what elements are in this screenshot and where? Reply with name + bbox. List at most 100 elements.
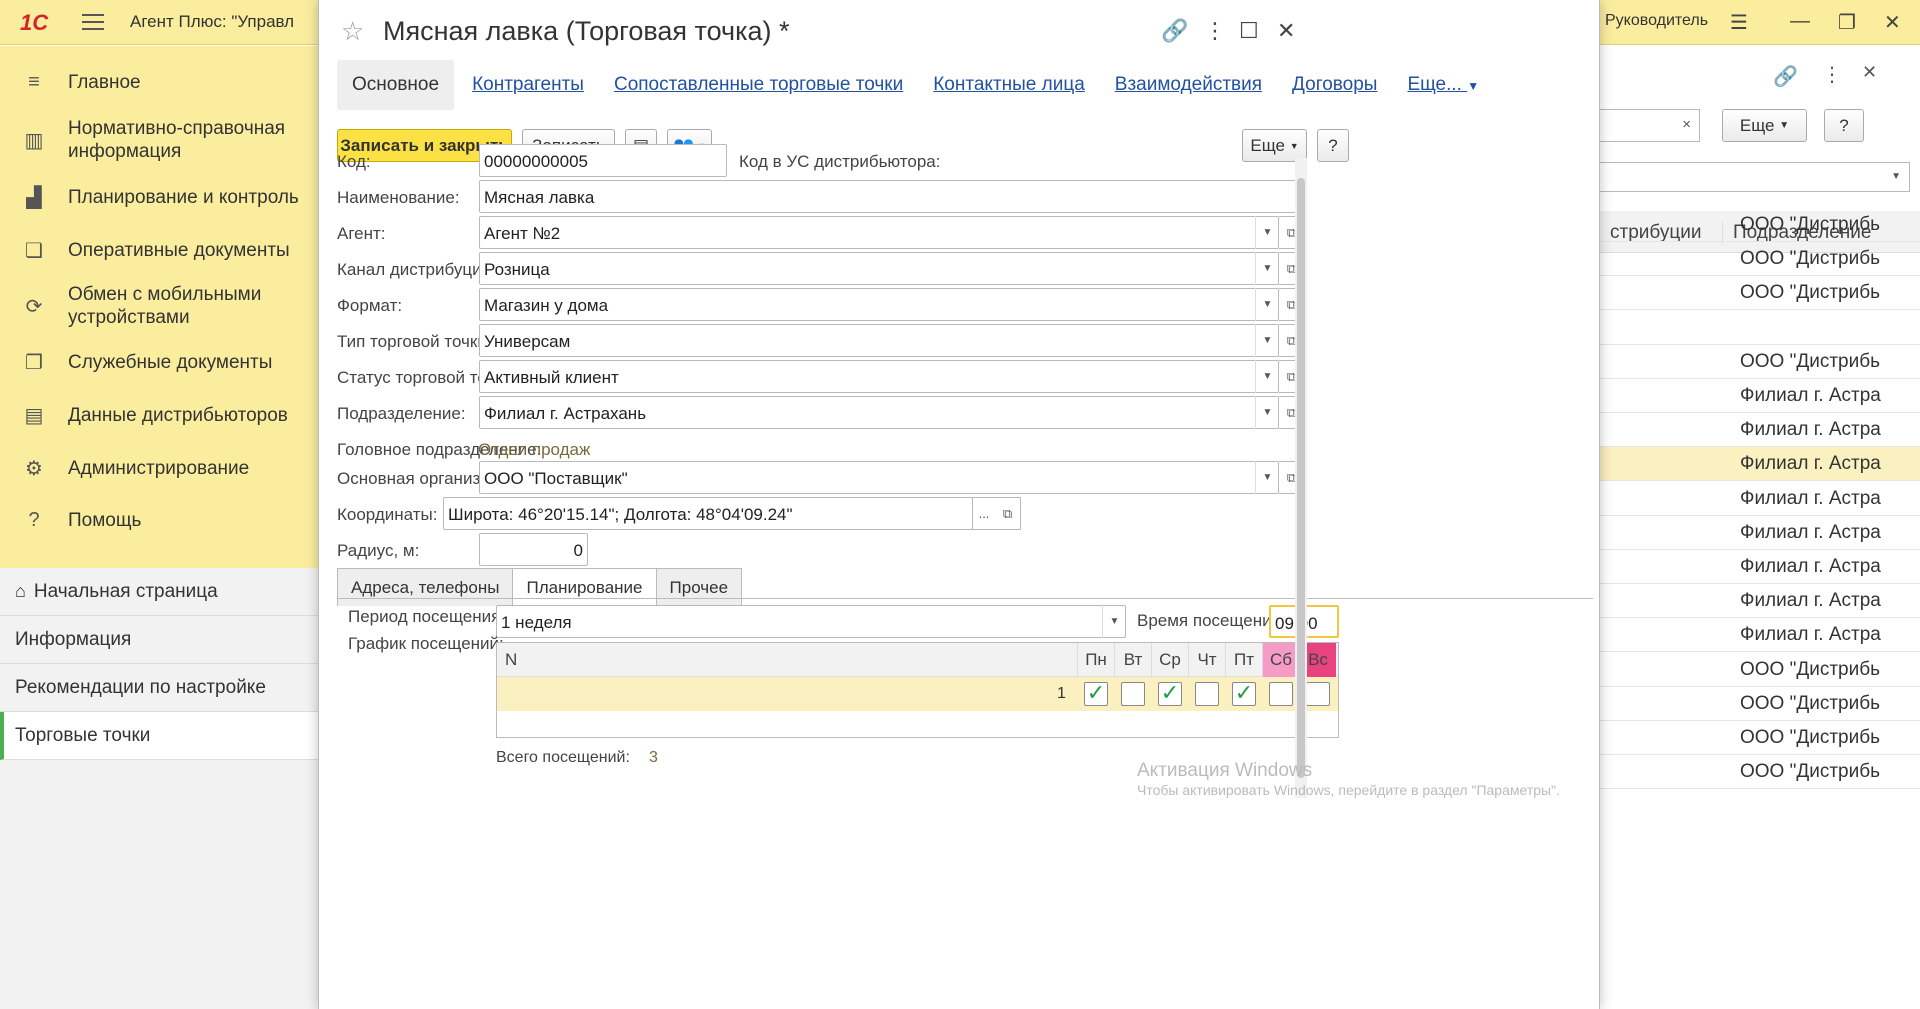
sidebar-item-distributor-data[interactable]: ▤ Данные дистрибьюторов — [0, 394, 318, 436]
chevron-down-icon[interactable]: ▼ — [1255, 461, 1279, 494]
list-row[interactable]: Филиал г. Астра — [1600, 550, 1920, 584]
minimize-icon[interactable]: — — [1790, 10, 1810, 33]
list-row[interactable]: ООО "Дистрибь — [1600, 721, 1920, 755]
more-dots-icon[interactable]: ⋮ — [1822, 62, 1842, 87]
list-row[interactable]: ООО "Дистрибь — [1600, 345, 1920, 379]
coordinates-field[interactable]: Широта: 46°20'15.14"; Долгота: 48°04'09.… — [443, 497, 973, 530]
current-user[interactable]: Руководитель — [1605, 12, 1708, 30]
list-more-button[interactable]: Еще ▼ — [1722, 109, 1807, 142]
maximize-icon[interactable]: ☐ — [1239, 18, 1259, 44]
favorite-star-icon[interactable]: ☆ — [341, 16, 364, 47]
channel-field[interactable]: Розница — [479, 252, 1279, 285]
list-row[interactable]: ООО "Дистрибь — [1600, 653, 1920, 687]
sidebar-item-label: Нормативно-справочная информация — [68, 118, 286, 162]
tab-main[interactable]: Основное — [337, 60, 455, 110]
chevron-down-icon[interactable]: ▼ — [1255, 324, 1279, 357]
form-title: Мясная лавка (Торговая точка) * — [383, 16, 790, 46]
list-filter-select[interactable]: ▼ — [1600, 162, 1910, 192]
list-row[interactable] — [1600, 311, 1920, 345]
sidebar-item-administration[interactable]: ⚙ Администрирование — [0, 447, 318, 489]
chevron-down-icon[interactable]: ▼ — [1255, 396, 1279, 429]
settings-lines-icon[interactable]: ☰ — [1730, 10, 1748, 35]
open-window-home[interactable]: ⌂ Начальная страница — [0, 568, 318, 616]
chevron-down-icon[interactable]: ▼ — [1255, 252, 1279, 285]
day-checkbox[interactable]: ✓ — [1084, 682, 1108, 706]
day-checkbox[interactable] — [1195, 682, 1219, 706]
list-row[interactable]: Филиал г. Астра — [1600, 482, 1920, 516]
main-menu-icon[interactable] — [82, 14, 104, 30]
tab-contacts[interactable]: Контактные лица — [933, 74, 1085, 96]
close-app-icon[interactable]: ✕ — [1884, 10, 1901, 35]
sidebar-item-operational-docs[interactable]: ❏ Оперативные документы — [0, 229, 318, 271]
list-row[interactable]: ООО "Дистрибь — [1600, 276, 1920, 311]
list-row[interactable]: Филиал г. Астра — [1600, 413, 1920, 448]
code-field[interactable]: 00000000005 — [479, 144, 727, 177]
division-field[interactable]: Филиал г. Астрахань — [479, 396, 1279, 429]
list-search-input[interactable]: × — [1600, 109, 1700, 142]
chevron-down-icon[interactable]: ▼ — [1255, 360, 1279, 393]
day-checkbox[interactable]: ✓ — [1158, 682, 1182, 706]
more-dots-icon[interactable]: ⋮ — [1204, 18, 1226, 44]
list-row[interactable]: Филиал г. Астра — [1600, 516, 1920, 550]
list-row[interactable]: ООО "Дистрибь — [1600, 687, 1920, 721]
chevron-down-icon[interactable]: ▼ — [1255, 288, 1279, 321]
day-checkbox[interactable] — [1269, 682, 1293, 706]
chevron-down-icon[interactable]: ▼ — [1102, 605, 1126, 638]
list-row[interactable]: Филиал г. Астра — [1600, 584, 1920, 619]
list-row[interactable]: ООО "Дистрибь — [1600, 242, 1920, 277]
agent-row: Агент: Агент №2 ▼ ⧉ — [337, 216, 1593, 250]
clear-search-icon[interactable]: × — [1682, 116, 1691, 133]
sidebar-item-help[interactable]: ? Помощь — [0, 499, 318, 541]
form-scrollbar[interactable] — [1295, 158, 1307, 798]
tab-counterparties[interactable]: Контрагенты — [472, 74, 584, 96]
tab-more[interactable]: Еще... ▼ — [1407, 74, 1479, 96]
list-help-button[interactable]: ? — [1824, 109, 1864, 142]
open-map-icon[interactable]: ⧉ — [995, 497, 1021, 530]
agent-field[interactable]: Агент №2 — [479, 216, 1279, 249]
sidebar-item-main[interactable]: ≡ Главное — [0, 58, 318, 106]
sidebar-item-mobile-exchange[interactable]: ⟳ Обмен с мобильными устройствами — [0, 278, 318, 334]
status-field[interactable]: Активный клиент — [479, 360, 1279, 393]
close-form-icon[interactable]: ✕ — [1277, 18, 1295, 44]
sidebar-item-planning[interactable]: ▟ Планирование и контроль — [0, 176, 318, 218]
list-row[interactable]: Филиал г. Астра — [1600, 379, 1920, 413]
tab-matched-outlets[interactable]: Сопоставленные торговые точки — [614, 74, 903, 96]
coordinates-select-button[interactable]: ... — [972, 497, 996, 530]
chevron-down-icon: ▼ — [1467, 79, 1480, 93]
organization-field[interactable]: ООО "Поставщик" — [479, 461, 1279, 494]
day-checkbox[interactable]: ✓ — [1232, 682, 1256, 706]
list-row[interactable]: Филиал г. Астра — [1600, 618, 1920, 653]
open-windows-panel: ⌂ Начальная страница Информация Рекоменд… — [0, 568, 318, 1009]
list-row[interactable]: ООО "Дистрибь — [1600, 208, 1920, 242]
tab-contracts[interactable]: Договоры — [1292, 74, 1377, 96]
col-n-header: N — [505, 650, 518, 669]
total-visits-label: Всего посещений: — [496, 749, 630, 766]
close-list-icon[interactable]: ✕ — [1862, 62, 1877, 83]
row-division-cell: ООО "Дистрибь — [1740, 350, 1881, 372]
period-field[interactable]: 1 неделя — [496, 605, 1126, 638]
restore-icon[interactable]: ❐ — [1838, 10, 1856, 35]
tab-interactions[interactable]: Взаимодействия — [1115, 74, 1262, 96]
total-visits-value: 3 — [649, 749, 658, 766]
form-scroll-thumb[interactable] — [1297, 178, 1305, 778]
schedule-row[interactable]: 1 ✓ ✓ ✓ — [497, 677, 1338, 711]
day-checkbox[interactable] — [1306, 682, 1330, 706]
day-checkbox[interactable] — [1121, 682, 1145, 706]
outlet-type-field[interactable]: Универсам — [479, 324, 1279, 357]
open-window-recommendations[interactable]: Рекомендации по настройке — [0, 664, 318, 712]
name-field[interactable]: Мясная лавка — [479, 180, 1305, 213]
list-row[interactable]: ООО "Дистрибь — [1600, 755, 1920, 790]
chevron-down-icon: ▼ — [1891, 171, 1901, 182]
chevron-down-icon[interactable]: ▼ — [1255, 216, 1279, 249]
open-window-info[interactable]: Информация — [0, 616, 318, 664]
open-window-outlets[interactable]: Торговые точки — [0, 712, 318, 760]
format-field[interactable]: Магазин у дома — [479, 288, 1279, 321]
checkmark-icon: ✓ — [1086, 680, 1106, 705]
link-icon[interactable]: 🔗 — [1161, 18, 1188, 44]
sidebar-item-reference[interactable]: ▥ Нормативно-справочная информация — [0, 112, 318, 168]
list-row[interactable]: Филиал г. Астра — [1600, 447, 1920, 482]
sidebar-item-service-docs[interactable]: ❐ Служебные документы — [0, 341, 318, 383]
link-icon[interactable]: 🔗 — [1773, 64, 1798, 89]
radius-field[interactable]: 0 — [479, 533, 588, 566]
status-row: Статус торговой точки: Активный клиент ▼… — [337, 360, 1593, 394]
